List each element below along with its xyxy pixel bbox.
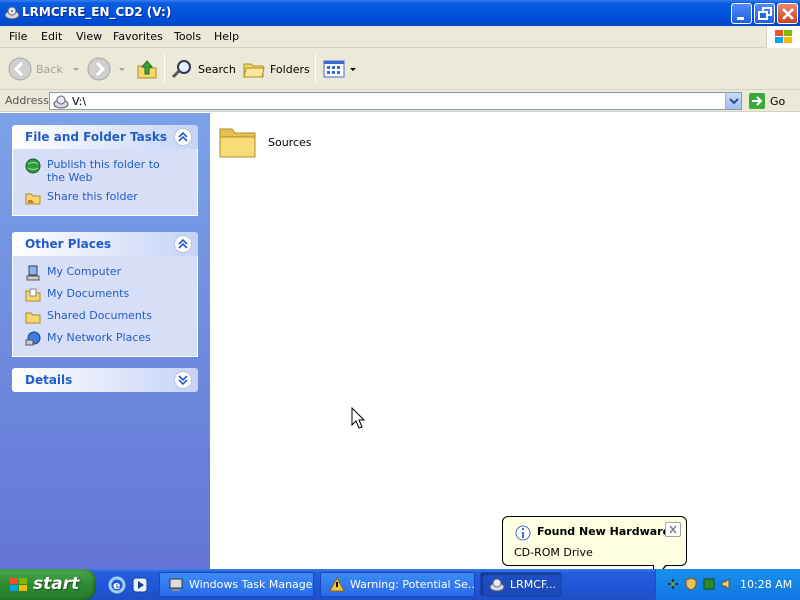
- my-computer-link[interactable]: My Computer: [13, 262, 197, 284]
- shared-documents-link[interactable]: Shared Documents: [13, 306, 197, 328]
- expand-icon[interactable]: [174, 371, 192, 389]
- chevron-down-icon: [729, 98, 739, 105]
- close-button[interactable]: [777, 3, 798, 24]
- views-icon: [323, 60, 345, 78]
- taskbar-warning[interactable]: Warning: Potential Se...: [320, 572, 475, 597]
- clock[interactable]: 10:28 AM: [740, 578, 792, 591]
- back-button[interactable]: Back: [8, 55, 81, 83]
- menu-favorites[interactable]: Favorites: [113, 30, 163, 43]
- panel-header[interactable]: Details: [12, 368, 198, 392]
- search-icon: [171, 60, 191, 79]
- search-button[interactable]: Search: [170, 55, 236, 83]
- address-bar: Address V:\ Go: [0, 90, 800, 112]
- menu-view[interactable]: View: [76, 30, 102, 43]
- cd-drive-icon: [489, 578, 505, 591]
- folder-sources[interactable]: Sources: [218, 123, 312, 161]
- panel-header[interactable]: Other Places: [12, 232, 198, 256]
- close-icon: [782, 8, 794, 20]
- collapse-icon[interactable]: [174, 235, 192, 253]
- task-manager-icon: [169, 578, 183, 591]
- task-pane: File and Folder Tasks Publish this folde…: [0, 113, 210, 569]
- cd-drive-icon: [4, 6, 20, 20]
- folder-label: Sources: [268, 135, 312, 149]
- collapse-icon[interactable]: [174, 128, 192, 146]
- security-shield-icon[interactable]: [684, 577, 698, 591]
- system-tray: 10:28 AM: [655, 569, 800, 600]
- folders-button[interactable]: Folders: [242, 55, 310, 83]
- windows-logo: [766, 26, 800, 48]
- forward-arrow-icon: [87, 57, 111, 81]
- internet-explorer-icon[interactable]: e: [108, 576, 126, 594]
- forward-button[interactable]: [87, 55, 127, 83]
- details-panel: Details: [12, 368, 198, 392]
- address-dropdown[interactable]: [725, 93, 741, 109]
- toolbar-separator: [164, 54, 165, 84]
- go-arrow-icon: [749, 93, 765, 109]
- safely-remove-hardware-icon[interactable]: [666, 577, 680, 591]
- my-documents-icon: [25, 288, 41, 302]
- file-folder-tasks-panel: File and Folder Tasks Publish this folde…: [12, 125, 198, 216]
- menu-bar: File Edit View Favorites Tools Help: [0, 26, 800, 48]
- menu-help[interactable]: Help: [214, 30, 239, 43]
- chevron-down-icon: [72, 68, 79, 71]
- chevron-down-icon: [350, 68, 356, 71]
- file-list-area[interactable]: Sources: [210, 113, 800, 569]
- chevron-down-icon: [119, 68, 125, 71]
- go-button[interactable]: Go: [748, 92, 785, 110]
- share-folder-link[interactable]: Share this folder: [13, 187, 197, 209]
- warning-icon: [329, 576, 345, 591]
- my-documents-link[interactable]: My Documents: [13, 284, 197, 306]
- svg-text:e: e: [113, 579, 120, 592]
- balloon-title: Found New Hardware: [537, 525, 671, 538]
- info-icon: [515, 525, 531, 541]
- mouse-cursor-icon: [351, 407, 366, 429]
- notification-balloon[interactable]: Found New Hardware CD-ROM Drive: [502, 516, 687, 583]
- address-label: Address: [5, 94, 49, 107]
- share-folder-icon: [25, 193, 41, 205]
- taskbar-explorer-window[interactable]: LRMCF...: [480, 572, 562, 597]
- title-bar[interactable]: LRMCFRE_EN_CD2 (V:): [0, 0, 800, 26]
- close-icon: [669, 525, 677, 534]
- minimize-icon: [737, 17, 744, 20]
- balloon-close-button[interactable]: [665, 522, 681, 537]
- window-title: LRMCFRE_EN_CD2 (V:): [22, 5, 172, 19]
- minimize-button[interactable]: [731, 3, 752, 24]
- start-button[interactable]: start: [0, 569, 96, 600]
- cd-drive-icon: [53, 95, 69, 109]
- toolbar: Back Search Folders: [0, 48, 800, 90]
- views-button[interactable]: [322, 55, 358, 83]
- my-network-places-link[interactable]: My Network Places: [13, 328, 197, 350]
- menu-edit[interactable]: Edit: [41, 30, 62, 43]
- volume-icon[interactable]: [720, 577, 734, 591]
- toolbar-separator: [315, 54, 316, 84]
- maximize-button[interactable]: [754, 3, 775, 24]
- folders-icon: [243, 63, 265, 78]
- address-value: V:\: [72, 95, 87, 108]
- back-arrow-icon: [8, 57, 32, 81]
- my-computer-icon: [26, 265, 40, 281]
- folder-icon: [219, 128, 256, 158]
- address-field[interactable]: V:\: [49, 92, 742, 110]
- balloon-text: CD-ROM Drive: [514, 546, 593, 559]
- media-player-icon[interactable]: [131, 576, 149, 594]
- publish-web-link[interactable]: Publish this folder to the Web: [13, 155, 197, 187]
- network-status-icon[interactable]: [702, 577, 716, 591]
- taskbar-task-manager[interactable]: Windows Task Manager: [159, 572, 314, 597]
- menu-file[interactable]: File: [9, 30, 27, 43]
- restore-icon: [758, 7, 772, 20]
- up-folder-button[interactable]: [135, 55, 159, 83]
- shared-documents-icon: [25, 312, 41, 324]
- taskbar: start e Windows Task Manager Warning: Po…: [0, 569, 800, 600]
- other-places-panel: Other Places My Computer My Documents Sh…: [12, 232, 198, 357]
- menu-tools[interactable]: Tools: [174, 30, 201, 43]
- windows-flag-icon: [10, 578, 27, 591]
- up-folder-icon: [137, 60, 157, 79]
- network-places-icon: [25, 331, 41, 346]
- globe-publish-icon: [25, 158, 41, 174]
- panel-header[interactable]: File and Folder Tasks: [12, 125, 198, 149]
